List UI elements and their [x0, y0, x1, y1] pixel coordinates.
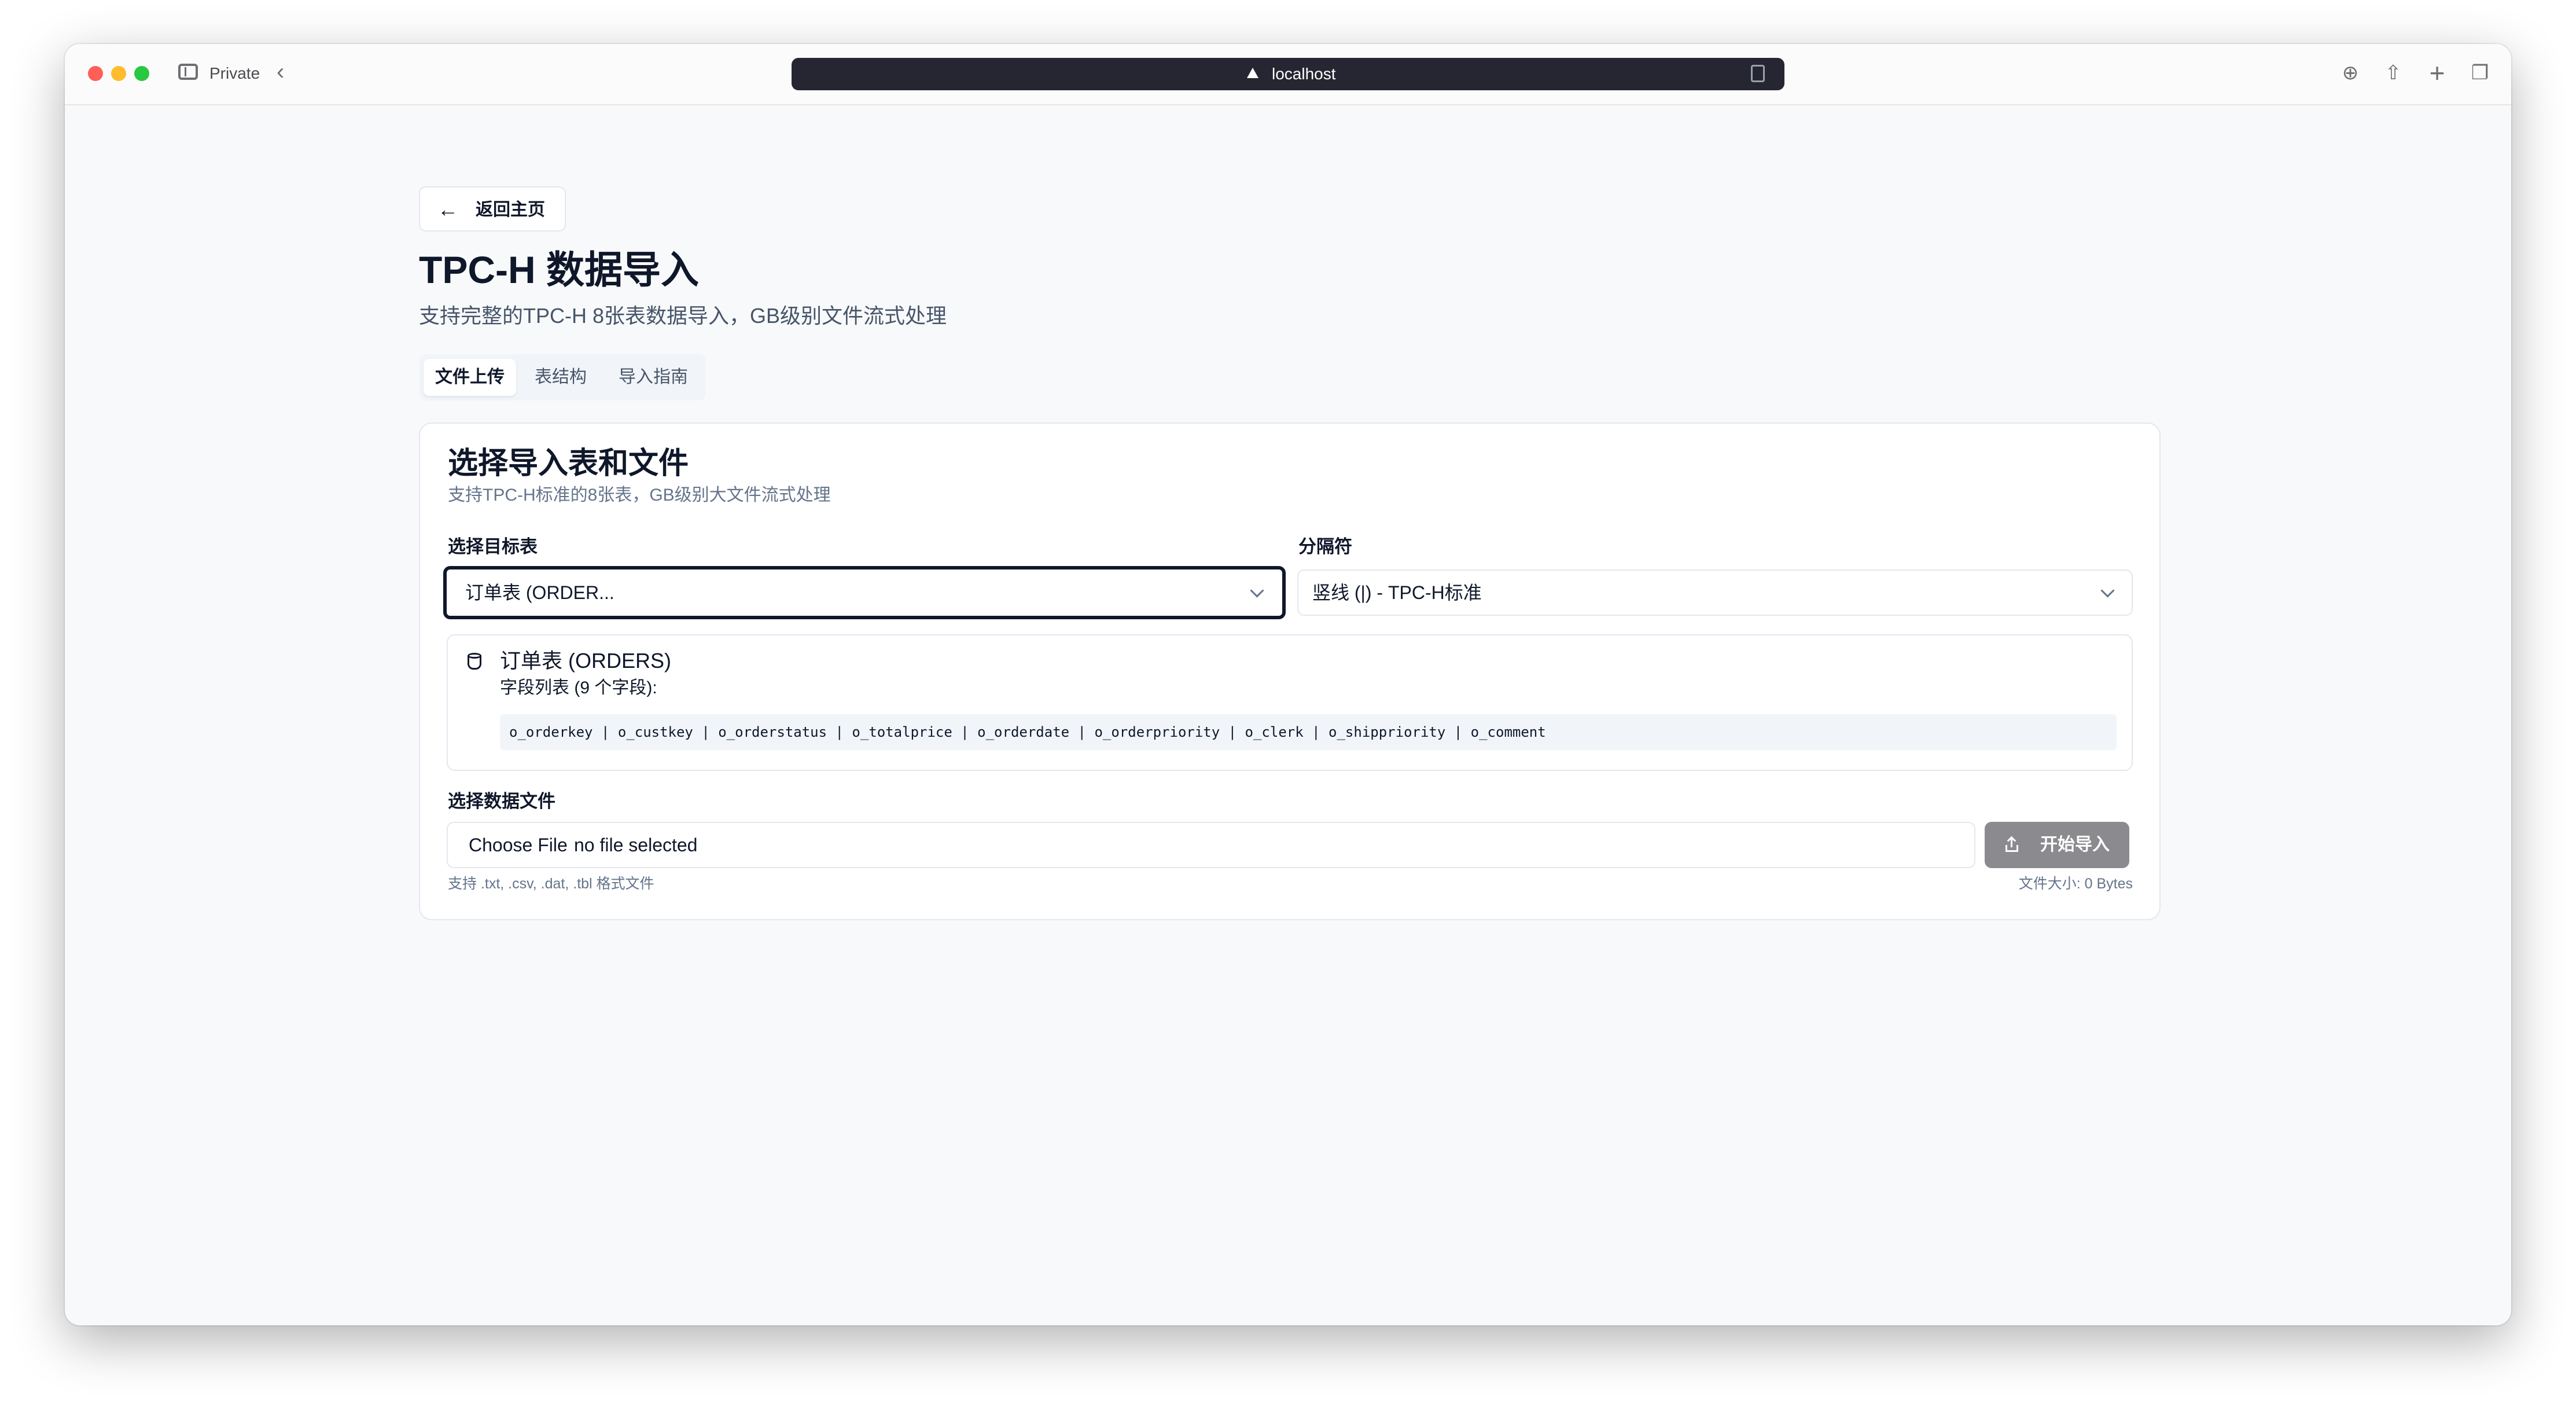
file-status: no file selected [574, 835, 698, 855]
card-description: 支持TPC-H标准的8张表，GB级别大文件流式处理 [448, 486, 831, 505]
target-table-value: 订单表 (ORDER... [465, 582, 614, 603]
reader-mode-icon[interactable] [1751, 65, 1765, 82]
table-info-name: 订单表 (ORDERS) [500, 649, 671, 673]
sidebar-toggle-icon[interactable] [178, 64, 198, 80]
page-title: TPC-H 数据导入 [419, 248, 699, 291]
file-size-text: 文件大小: 0 Bytes [2018, 876, 2133, 892]
table-fields-list: o_orderkey | o_custkey | o_orderstatus |… [500, 714, 2117, 750]
minimize-window-button[interactable] [111, 66, 126, 81]
arrow-left-icon: ← [437, 197, 458, 221]
page-content: ← 返回主页 TPC-H 数据导入 支持完整的TPC-H 8张表数据导入，GB级… [65, 105, 2511, 1325]
share-icon[interactable]: ⇧ [2382, 61, 2405, 84]
card-title: 选择导入表和文件 [448, 447, 689, 480]
tab-file-upload[interactable]: 文件上传 [424, 359, 516, 396]
back-home-label: 返回主页 [476, 200, 545, 219]
address-bar-url: localhost [1272, 65, 1336, 83]
database-icon [468, 653, 481, 671]
tab-overview-icon[interactable]: ❐ [2468, 61, 2492, 84]
chevron-down-icon [1250, 583, 1264, 598]
delimiter-value: 竖线 (|) - TPC-H标准 [1312, 582, 1482, 603]
browser-back-icon[interactable]: ‹ [277, 60, 284, 83]
site-icon [1247, 68, 1258, 78]
tab-table-structure[interactable]: 表结构 [517, 359, 604, 396]
close-window-button[interactable] [88, 66, 103, 81]
start-import-label: 开始导入 [2040, 835, 2110, 854]
choose-file-button[interactable]: Choose File [469, 823, 568, 867]
import-card: 选择导入表和文件 支持TPC-H标准的8张表，GB级别大文件流式处理 选择目标表… [419, 422, 2161, 920]
data-file-input[interactable]: Choose File no file selected [447, 822, 1975, 868]
tab-list: 文件上传 表结构 导入指南 [419, 354, 706, 400]
target-table-select[interactable]: 订单表 (ORDER... [443, 566, 1286, 619]
new-tab-icon[interactable]: + [2426, 60, 2449, 86]
table-info-panel: 订单表 (ORDERS) 字段列表 (9 个字段): o_orderkey | … [447, 634, 2133, 771]
delimiter-select[interactable]: 竖线 (|) - TPC-H标准 [1297, 569, 2133, 616]
chevron-down-icon [2100, 583, 2115, 598]
browser-window: Private ‹ localhost ⊕ ⇧ + ❐ ← 返回主页 TPC-H… [65, 44, 2511, 1325]
downloads-icon[interactable]: ⊕ [2339, 61, 2362, 84]
page-subtitle: 支持完整的TPC-H 8张表数据导入，GB级别文件流式处理 [419, 304, 947, 328]
back-home-button[interactable]: ← 返回主页 [419, 186, 566, 232]
upload-icon [2005, 836, 2018, 852]
target-table-label: 选择目标表 [448, 537, 538, 557]
data-file-label: 选择数据文件 [448, 791, 555, 811]
file-format-hint: 支持 .txt, .csv, .dat, .tbl 格式文件 [448, 876, 654, 892]
tab-import-guide[interactable]: 导入指南 [604, 359, 702, 396]
table-fields-title: 字段列表 (9 个字段): [500, 678, 657, 697]
zoom-window-button[interactable] [134, 66, 149, 81]
private-mode-label: Private [209, 64, 260, 82]
delimiter-label: 分隔符 [1298, 537, 1352, 557]
browser-toolbar: Private ‹ localhost ⊕ ⇧ + ❐ [65, 44, 2511, 105]
start-import-button[interactable]: 开始导入 [1985, 822, 2129, 868]
